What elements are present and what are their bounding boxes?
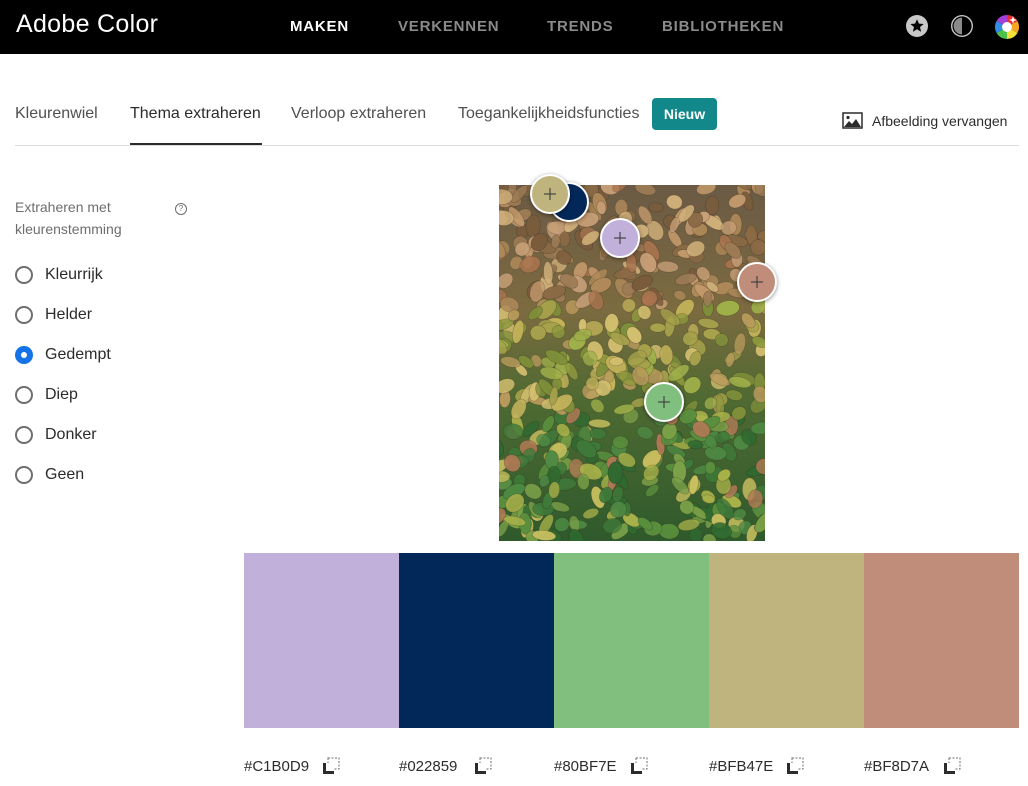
hex-code[interactable]: #BF8D7A [864,758,929,775]
nav-verkennen[interactable]: VERKENNEN [398,18,499,35]
color-picker-handle[interactable] [737,262,777,302]
mood-option-label: Gedempt [45,346,111,363]
nav-bibliotheken[interactable]: BIBLIOTHEKEN [662,18,784,35]
copy-icon[interactable] [473,756,493,776]
star-icon[interactable] [905,14,929,38]
radio-icon[interactable] [15,386,33,404]
mood-option-label: Helder [45,306,93,323]
tab-kleurenwiel[interactable]: Kleurenwiel [15,105,98,123]
mood-option-helder[interactable]: Helder [15,303,92,327]
hex-code[interactable]: #C1B0D9 [244,758,309,775]
contrast-icon[interactable] [950,14,974,38]
mood-label: Extraheren met kleurenstemming [15,199,122,237]
mood-option-label: Donker [45,426,97,443]
radio-icon[interactable] [15,266,33,284]
replace-image-button[interactable]: Afbeelding vervangen [842,112,1007,129]
help-icon[interactable]: ? [175,203,187,215]
nav-maken[interactable]: MAKEN [290,18,349,35]
mood-option-gedempt[interactable]: Gedempt [15,343,111,367]
swatch-3[interactable] [554,553,709,728]
hex-code[interactable]: #022859 [399,758,457,775]
new-badge[interactable]: Nieuw [652,98,717,130]
image-icon [842,112,863,129]
hex-code[interactable]: #BFB47E [709,758,773,775]
color-wheel-icon[interactable] [994,14,1020,39]
copy-icon[interactable] [942,756,962,776]
mood-option-label: Kleurrijk [45,266,103,283]
radio-icon[interactable] [15,426,33,444]
nav-trends[interactable]: TRENDS [547,18,613,35]
copy-icon[interactable] [321,756,341,776]
mood-option-donker[interactable]: Donker [15,423,97,447]
hex-codes-row: #C1B0D9 #022859 #80BF7E #BFB47E #BF8D7A [244,756,1019,780]
replace-image-label: Afbeelding vervangen [872,112,1008,129]
radio-checked-icon[interactable] [15,346,33,364]
mood-option-label: Geen [45,466,85,483]
copy-icon[interactable] [629,756,649,776]
mood-option-diep[interactable]: Diep [15,383,78,407]
color-picker-handle[interactable] [600,218,640,258]
tab-verloop-extraheren[interactable]: Verloop extraheren [291,105,426,123]
radio-icon[interactable] [15,306,33,324]
radio-icon[interactable] [15,466,33,484]
color-picker-handle[interactable] [644,382,684,422]
top-bar: Adobe Color MAKEN VERKENNEN TRENDS BIBLI… [0,0,1028,54]
color-picker-handle[interactable] [530,174,570,214]
palette-swatches [244,553,1019,728]
mood-option-geen[interactable]: Geen [15,463,84,487]
swatch-1[interactable] [244,553,399,728]
hex-code[interactable]: #80BF7E [554,758,617,775]
tab-toegankelijkheidsfuncties[interactable]: Toegankelijkheidsfuncties [458,105,639,123]
mood-option-kleurrijk[interactable]: Kleurrijk [15,263,103,287]
swatch-4[interactable] [709,553,864,728]
mood-option-label: Diep [45,386,78,403]
copy-icon[interactable] [785,756,805,776]
tab-thema-extraheren[interactable]: Thema extraheren [130,105,261,123]
swatch-5[interactable] [864,553,1019,728]
mode-tabs: Kleurenwiel Thema extraheren Verloop ext… [15,98,1019,146]
swatch-2[interactable] [399,553,554,728]
active-tab-indicator [130,143,262,145]
app-title[interactable]: Adobe Color [16,10,158,39]
